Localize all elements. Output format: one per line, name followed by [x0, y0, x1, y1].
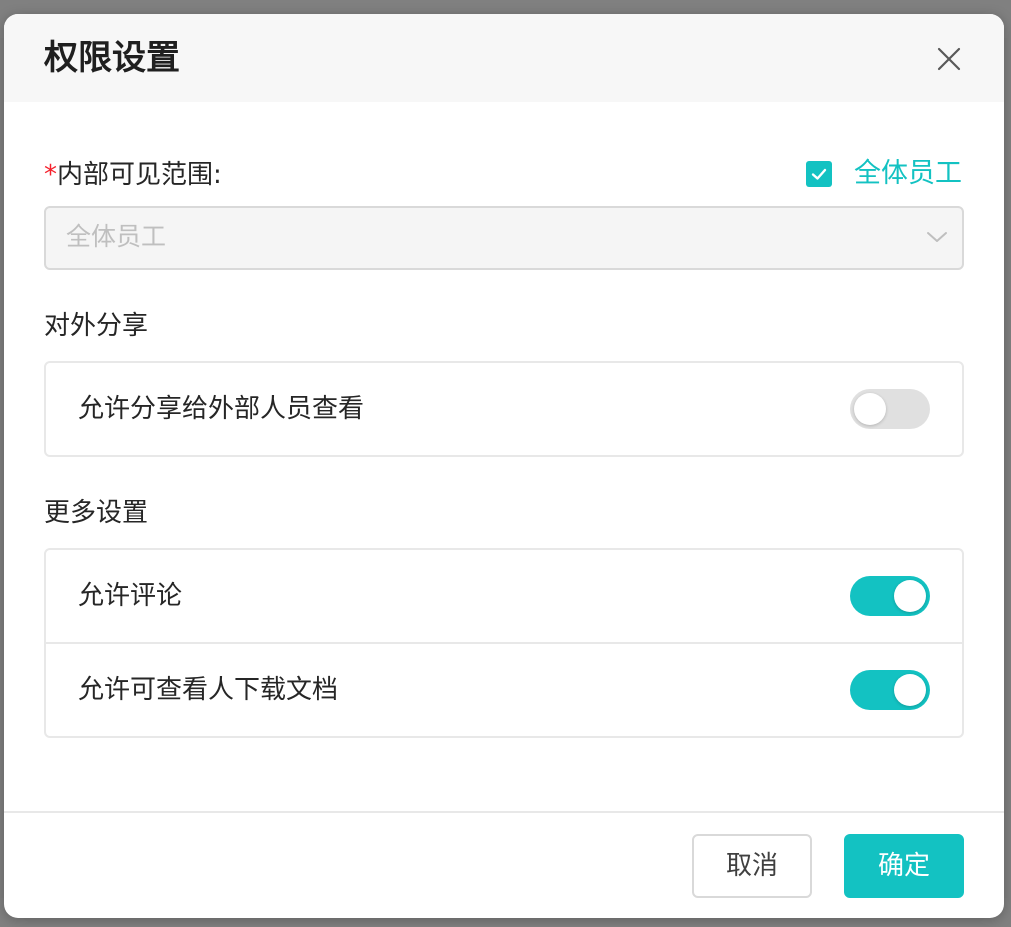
close-button[interactable] — [934, 44, 964, 74]
switch-knob — [894, 580, 926, 612]
dialog-title: 权限设置 — [44, 38, 180, 78]
allow-comments-switch[interactable] — [850, 576, 930, 616]
all-staff-checkbox[interactable]: 全体员工 — [806, 157, 962, 191]
check-icon — [811, 168, 827, 180]
cancel-button[interactable]: 取消 — [692, 834, 812, 898]
setting-label: 允许可查看人下载文档 — [78, 675, 339, 705]
visibility-range-select[interactable]: 全体员工 — [44, 206, 964, 270]
chevron-down-icon — [927, 232, 947, 242]
more-settings-section-title: 更多设置 — [44, 498, 149, 528]
dialog-header: 权限设置 — [4, 14, 1004, 102]
setting-label: 允许评论 — [78, 581, 183, 611]
footer-divider — [4, 811, 1004, 813]
all-staff-checkbox-label[interactable]: 全体员工 — [854, 157, 962, 191]
checkbox-box[interactable] — [806, 161, 832, 187]
external-share-switch[interactable] — [850, 389, 930, 429]
setting-label: 允许分享给外部人员查看 — [78, 394, 365, 424]
visibility-range-label: *内部可见范围: — [44, 158, 222, 192]
select-value: 全体员工 — [66, 222, 167, 251]
setting-row-comments: 允许评论 — [46, 550, 962, 642]
external-share-card: 允许分享给外部人员查看 — [44, 361, 964, 457]
close-icon — [937, 47, 961, 71]
setting-row-download: 允许可查看人下载文档 — [46, 642, 962, 736]
more-settings-card: 允许评论 允许可查看人下载文档 — [44, 548, 964, 738]
confirm-button[interactable]: 确定 — [844, 834, 964, 898]
visibility-range-label-text: 内部可见范围: — [57, 160, 222, 190]
external-share-section-title: 对外分享 — [44, 311, 149, 341]
switch-knob — [854, 393, 886, 425]
allow-download-switch[interactable] — [850, 670, 930, 710]
permission-settings-dialog: 权限设置 *内部可见范围: 全体员工 全体员工 对外分享 允许分享给外部人员查看 — [4, 14, 1004, 918]
setting-row-external-share: 允许分享给外部人员查看 — [46, 363, 962, 455]
required-mark: * — [44, 160, 57, 190]
switch-knob — [894, 674, 926, 706]
